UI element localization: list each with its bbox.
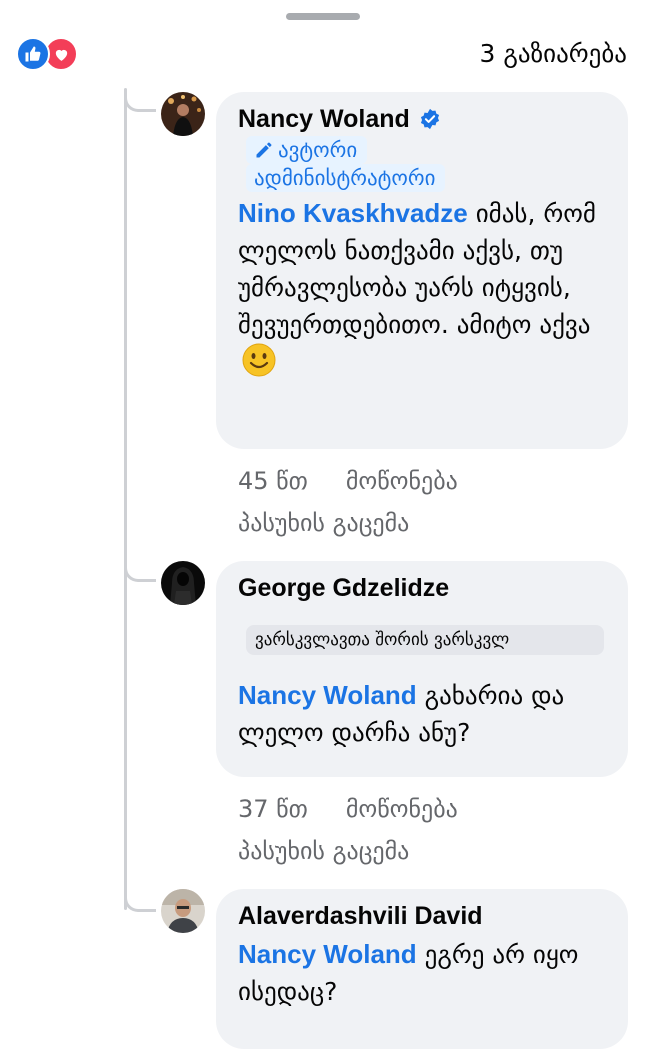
like-button[interactable]: მოწონება [346,788,458,830]
avatar[interactable] [161,561,205,605]
badge-author-label: ავტორი [278,138,358,162]
reply-button[interactable]: პასუხის გაცემა [238,830,409,872]
pencil-icon [254,140,274,160]
comment-actions: 45 წთ მოწონება პასუხის გაცემა [238,460,458,544]
comment-bubble: George Gdzelidze ვარსკვლავთა შორის ვარსკ… [216,561,628,777]
mention-link[interactable]: Nancy Woland [238,680,417,710]
sheet-drag-handle[interactable] [286,13,360,20]
comment-text: Nino Kvaskhvadze იმას, რომ ლელოს ნათქვამ… [238,195,606,387]
comment-actions: 37 წთ მოწონება პასუხის გაცემა [238,788,458,872]
author-tag-chip: ვარსკვლავთა შორის ვარსკვლ [246,625,604,655]
smiling-face-icon [242,343,276,387]
comment-bubble: Alaverdashvili David Nancy Woland ეგრე ა… [216,889,628,1049]
comment-text: Nancy Woland გახარია და ლელო დარჩა ანუ? [238,677,606,751]
reaction-summary[interactable] [16,37,80,71]
comment-author[interactable]: Nancy Woland [238,104,410,134]
reply-thread-line [124,88,127,910]
mention-link[interactable]: Nancy Woland [238,939,417,969]
comment-text: Nancy Woland ეგრე არ იყო ისედაც? [238,936,606,1010]
mention-link[interactable]: Nino Kvaskhvadze [238,198,468,228]
badge-admin-label: ადმინისტრატორი [246,164,446,192]
comment-author[interactable]: George Gdzelidze [238,573,606,603]
avatar[interactable] [161,889,205,933]
avatar[interactable] [161,92,205,136]
comment-time[interactable]: 45 წთ [238,460,308,502]
reply-button[interactable]: პასუხის გაცემა [238,502,409,544]
thread-branch [124,92,156,112]
share-count[interactable]: 3 გაზიარება [480,38,627,70]
thread-branch [124,892,156,912]
comment-author[interactable]: Alaverdashvili David [238,901,606,931]
author-badge: ავტორი [246,136,368,164]
comment-time[interactable]: 37 წთ [238,788,308,830]
like-button[interactable]: მოწონება [346,460,458,502]
verified-badge-icon [419,108,441,130]
thread-branch [124,562,156,582]
comment-bubble: Nancy Woland ავტორი ადმინისტრატორი Nino … [216,92,628,449]
like-icon [16,37,50,71]
